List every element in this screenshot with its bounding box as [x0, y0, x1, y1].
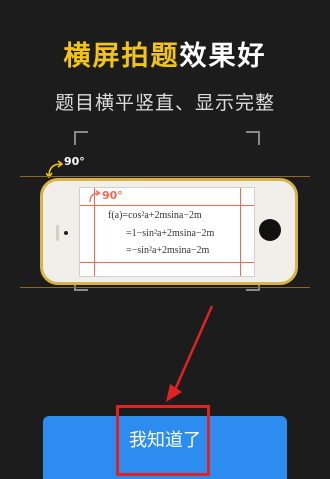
title-rest: 效果好 [179, 41, 267, 72]
rotation-label: 90° [64, 155, 85, 168]
formula-line: f(a)=cos²a+2msina−2m [108, 210, 202, 221]
guide-line [80, 205, 254, 206]
guide-line [80, 262, 254, 263]
guide-line [240, 188, 241, 276]
title-highlight: 横屏拍题 [63, 41, 180, 72]
speaker-slot-icon [56, 225, 59, 241]
phone-screen: 90° f(a)=cos²a+2msina−2m =1−sin²a+2msina… [79, 187, 255, 277]
viewfinder-corner-icon [246, 131, 260, 145]
formula-line: =1−sin²a+2msina−2m [126, 228, 215, 239]
phone-illustration: 90° f(a)=cos²a+2msina−2m =1−sin²a+2msina… [40, 178, 298, 285]
home-button-icon [259, 219, 281, 241]
page-title: 横屏拍题效果好 [0, 34, 330, 73]
formula-line: =−sin²a+2msina−2m [126, 245, 210, 256]
page-subtitle: 题目横平竖直、显示完整 [54, 92, 275, 114]
highlight-box [116, 405, 210, 476]
rotate-arrow-icon [46, 160, 64, 179]
guide-line [20, 176, 310, 177]
rotate-arrow-icon [89, 190, 101, 203]
guide-line [20, 287, 310, 288]
rotation-label: 90° [102, 189, 123, 202]
viewfinder-corner-icon [74, 131, 88, 145]
camera-dot-icon [64, 231, 68, 235]
pointer-arrow-icon [166, 305, 214, 402]
